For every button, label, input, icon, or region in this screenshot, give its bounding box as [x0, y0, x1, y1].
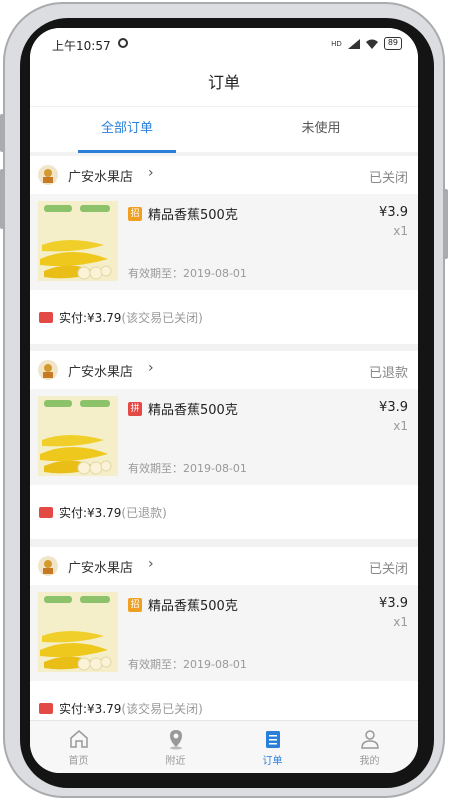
status-bar: 上午10:57 HD 89 [30, 28, 418, 60]
item-name: 精品香蕉500克 [148, 599, 238, 614]
order-item[interactable]: 拼 精品香蕉500克 ¥3.9 x1 有效期至：2019-08-01 [30, 389, 418, 485]
ticket-icon [39, 312, 53, 323]
item-quantity: x1 [393, 224, 408, 238]
promo-badge: 招 [128, 598, 142, 612]
paid-note: (已退款) [121, 506, 167, 520]
order-status: 已退款 [368, 366, 408, 381]
tabbar-profile[interactable]: 我的 [321, 721, 418, 773]
ticket-icon [39, 703, 53, 714]
shop-name: 广安水果店 [68, 561, 134, 576]
item-name: 精品香蕉500克 [148, 208, 238, 223]
group-buy-badge: 拼 [128, 402, 142, 416]
tabbar-label: 附近 [165, 756, 186, 767]
user-icon [360, 730, 379, 749]
order-item[interactable]: 招 精品香蕉500克 ¥3.9 x1 有效期至：2019-08-01 [30, 585, 418, 681]
order-status: 已关闭 [368, 562, 408, 577]
payment-row: 实付:¥3.79(该交易已关闭) [30, 290, 418, 344]
tab-label: 全部订单 [100, 121, 153, 136]
shop-avatar [38, 556, 58, 576]
alarm-icon [118, 38, 128, 48]
order-card[interactable]: 广安水果店 › 已关闭 招 精品香蕉500克 ¥3.9 x1 有效期至：2019… [30, 547, 418, 735]
paid-note: (该交易已关闭) [121, 311, 203, 325]
tabbar-label: 我的 [359, 756, 380, 767]
tabbar-home[interactable]: 首页 [30, 721, 127, 773]
tabbar-orders[interactable]: 订单 [224, 721, 321, 773]
paid-amount: 实付:¥3.79(该交易已关闭) [59, 700, 203, 717]
location-pin-icon [169, 730, 182, 750]
signal-icon [347, 38, 360, 49]
page-header: 订单 [30, 60, 418, 106]
tab-unused[interactable]: 未使用 [224, 107, 418, 153]
item-expiry: 有效期至：2019-08-01 [128, 267, 247, 280]
ticket-icon [39, 507, 53, 518]
chevron-right-icon: › [148, 556, 154, 572]
tabbar-label: 首页 [68, 756, 89, 767]
shop-name: 广安水果店 [68, 365, 134, 380]
side-button [0, 114, 4, 152]
item-price: ¥3.9 [379, 400, 408, 415]
app-screen: 上午10:57 HD 89 订单 全部订单 未使用 广安水果店 › 已关闭 招 … [30, 28, 418, 773]
shop-row[interactable]: 广安水果店 › 已退款 [30, 351, 418, 389]
item-expiry: 有效期至：2019-08-01 [128, 462, 247, 475]
order-status: 已关闭 [368, 171, 408, 186]
tabbar-label: 订单 [262, 756, 283, 767]
shop-name: 广安水果店 [68, 170, 134, 185]
item-quantity: x1 [393, 615, 408, 629]
order-tabs: 全部订单 未使用 [30, 106, 418, 153]
status-indicators: HD 89 [331, 37, 402, 50]
side-button [444, 189, 448, 259]
network-type: HD [331, 39, 342, 48]
home-icon [69, 730, 88, 748]
shop-row[interactable]: 广安水果店 › 已关闭 [30, 156, 418, 194]
paid-text: 实付:¥3.79 [59, 506, 122, 520]
payment-row: 实付:¥3.79(已退款) [30, 485, 418, 539]
item-name: 精品香蕉500克 [148, 403, 238, 418]
item-expiry: 有效期至：2019-08-01 [128, 658, 247, 671]
order-card[interactable]: 广安水果店 › 已退款 拼 精品香蕉500克 ¥3.9 x1 有效期至：2019… [30, 351, 418, 539]
page-title: 订单 [207, 73, 240, 92]
shop-avatar [38, 360, 58, 380]
tabbar-nearby[interactable]: 附近 [127, 721, 224, 773]
item-price: ¥3.9 [379, 596, 408, 611]
tab-all-orders[interactable]: 全部订单 [30, 107, 224, 153]
bottom-tab-bar: 首页 附近 订单 我的 [30, 720, 418, 773]
product-image [38, 396, 118, 476]
paid-text: 实付:¥3.79 [59, 311, 122, 325]
chevron-right-icon: › [148, 360, 154, 376]
product-image [38, 201, 118, 281]
tab-label: 未使用 [301, 121, 341, 136]
tab-active-indicator [78, 150, 176, 153]
item-quantity: x1 [393, 419, 408, 433]
battery-level: 89 [383, 37, 402, 50]
order-card[interactable]: 广安水果店 › 已关闭 招 精品香蕉500克 ¥3.9 x1 有效期至：2019… [30, 156, 418, 344]
item-price: ¥3.9 [379, 205, 408, 220]
wifi-icon [365, 39, 378, 49]
paid-amount: 实付:¥3.79(已退款) [59, 504, 167, 521]
status-time: 上午10:57 [52, 39, 111, 53]
shop-row[interactable]: 广安水果店 › 已关闭 [30, 547, 418, 585]
paid-note: (该交易已关闭) [121, 702, 203, 716]
paid-amount: 实付:¥3.79(该交易已关闭) [59, 309, 203, 326]
chevron-right-icon: › [148, 165, 154, 181]
order-list-icon [265, 731, 280, 748]
order-item[interactable]: 招 精品香蕉500克 ¥3.9 x1 有效期至：2019-08-01 [30, 194, 418, 290]
paid-text: 实付:¥3.79 [59, 702, 122, 716]
side-button [0, 169, 4, 229]
shop-avatar [38, 165, 58, 185]
product-image [38, 592, 118, 672]
promo-badge: 招 [128, 207, 142, 221]
